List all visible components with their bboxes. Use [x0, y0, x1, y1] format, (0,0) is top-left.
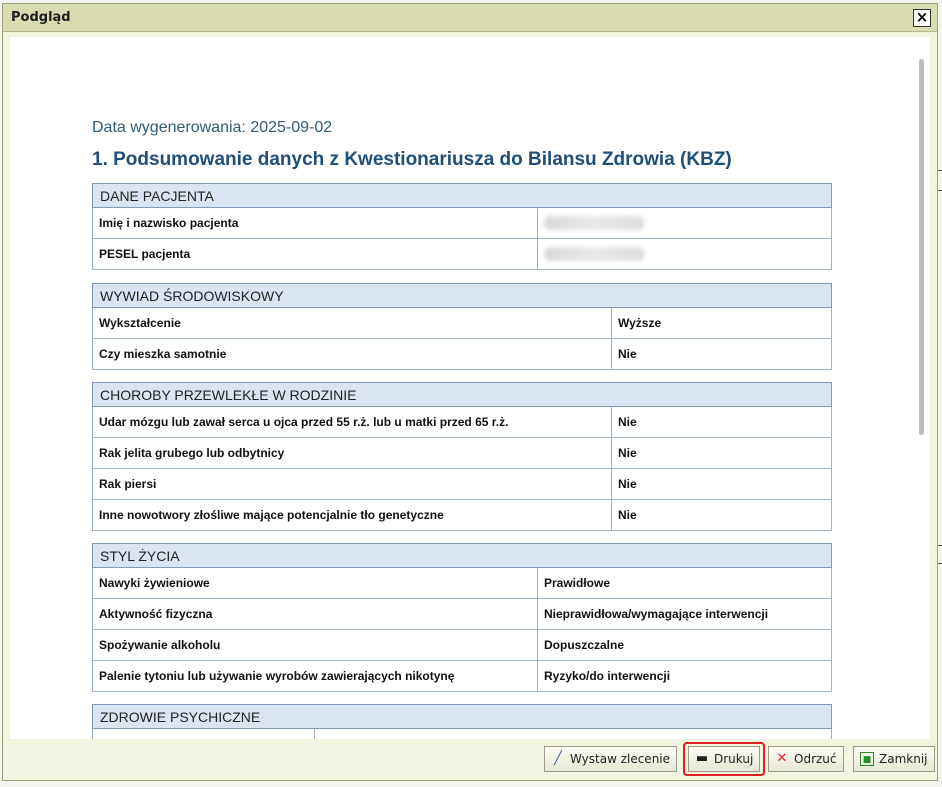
close-icon[interactable]: ×	[913, 9, 931, 27]
section-title: ZDROWIE PSYCHICZNE	[92, 704, 832, 729]
table-row: Aktywność fizyczna Nieprawidłowa/wymagaj…	[92, 598, 832, 630]
section-patient-data: DANE PACJENTA Imię i nazwisko pacjenta P…	[92, 183, 832, 270]
row-value: Dopuszczalne	[537, 629, 832, 661]
issue-order-button[interactable]: ╱ Wystaw zlecenie	[544, 746, 678, 772]
row-label: PESEL pacjenta	[92, 238, 538, 270]
row-label: Nawyki żywieniowe	[92, 567, 538, 599]
issue-order-label: Wystaw zlecenie	[570, 752, 671, 766]
reject-button[interactable]: ✕ Odrzuć	[768, 746, 844, 772]
close-label: Zamknij	[879, 752, 928, 766]
table-row: Wykształcenie Wyższe	[92, 307, 832, 339]
table-row: Rak piersi Nie	[92, 468, 832, 500]
row-value: Nie	[611, 468, 832, 500]
section-title: STYL ŻYCIA	[92, 543, 832, 568]
section-title: DANE PACJENTA	[92, 183, 832, 208]
row-value: Ryzyko/do interwencji	[537, 660, 832, 692]
table-row: Spożywanie alkoholu Dopuszczalne	[92, 629, 832, 661]
patient-name-value	[537, 207, 832, 239]
close-window-icon: ■	[860, 752, 874, 766]
section-title: WYWIAD ŚRODOWISKOWY	[92, 283, 832, 308]
generated-date: Data wygenerowania: 2025-09-02	[92, 119, 333, 136]
table-row: Inne nowotwory złośliwe mające potencjal…	[92, 499, 832, 531]
close-button[interactable]: ■ Zamknij	[853, 746, 935, 772]
row-value: Wyższe	[611, 307, 832, 339]
table-row: Nawyki żywieniowe Prawidłowe	[92, 567, 832, 599]
document-heading: 1. Podsumowanie danych z Kwestionariusza…	[92, 149, 732, 170]
section-chronic-diseases: CHOROBY PRZEWLEKŁE W RODZINIE Udar mózgu…	[92, 382, 832, 531]
table-row: PESEL pacjenta	[92, 238, 832, 270]
section-mental-health: ZDROWIE PSYCHICZNE	[92, 704, 832, 739]
row-value: Nieprawidłowa/wymagające interwencji	[537, 598, 832, 630]
row-value: Nie	[611, 406, 832, 438]
table-row: Imię i nazwisko pacjenta	[92, 207, 832, 239]
printer-icon: ▬	[695, 751, 709, 766]
row-value: Nie	[611, 338, 832, 370]
row-value: Nie	[611, 437, 832, 469]
row-label: Inne nowotwory złośliwe mające potencjal…	[92, 499, 612, 531]
dialog-footer: ╱ Wystaw zlecenie ▬ Drukuj ✕ Odrzuć ■ Za…	[3, 741, 937, 781]
print-label: Drukuj	[714, 752, 754, 766]
row-label: Czy mieszka samotnie	[92, 338, 612, 370]
table-row: Palenie tytoniu lub używanie wyrobów zaw…	[92, 660, 832, 692]
row-value: Nie	[611, 499, 832, 531]
table-row: Udar mózgu lub zawał serca u ojca przed …	[92, 406, 832, 438]
row-label: Imię i nazwisko pacjenta	[92, 207, 538, 239]
row-label: Wykształcenie	[92, 307, 612, 339]
table-row: Rak jelita grubego lub odbytnicy Nie	[92, 437, 832, 469]
dialog-titlebar[interactable]: Podgląd ×	[3, 4, 937, 32]
row-label: Udar mózgu lub zawał serca u ojca przed …	[92, 406, 612, 438]
document-preview[interactable]: Data wygenerowania: 2025-09-02 1. Podsum…	[10, 37, 930, 739]
section-title: CHOROBY PRZEWLEKŁE W RODZINIE	[92, 382, 832, 407]
reject-label: Odrzuć	[794, 752, 837, 766]
preview-dialog: Podgląd × Data wygenerowania: 2025-09-02…	[2, 3, 938, 781]
row-value: Prawidłowe	[537, 567, 832, 599]
redacted-value	[544, 216, 644, 231]
redacted-value	[544, 247, 644, 262]
row-label: Rak piersi	[92, 468, 612, 500]
table-row	[92, 728, 832, 739]
section-environment: WYWIAD ŚRODOWISKOWY Wykształcenie Wyższe…	[92, 283, 832, 370]
patient-pesel-value	[537, 238, 832, 270]
dialog-title: Podgląd	[11, 10, 71, 25]
row-label: Rak jelita grubego lub odbytnicy	[92, 437, 612, 469]
table-row: Czy mieszka samotnie Nie	[92, 338, 832, 370]
row-label: Palenie tytoniu lub używanie wyrobów zaw…	[92, 660, 538, 692]
row-label: Spożywanie alkoholu	[92, 629, 538, 661]
row-label	[92, 728, 315, 739]
x-icon: ✕	[776, 751, 788, 766]
print-button[interactable]: ▬ Drukuj	[688, 746, 761, 772]
row-label: Aktywność fizyczna	[92, 598, 538, 630]
row-value	[314, 728, 832, 739]
section-lifestyle: STYL ŻYCIA Nawyki żywieniowe Prawidłowe …	[92, 543, 832, 692]
scrollbar[interactable]	[919, 59, 924, 435]
issue-order-icon: ╱	[554, 751, 562, 766]
